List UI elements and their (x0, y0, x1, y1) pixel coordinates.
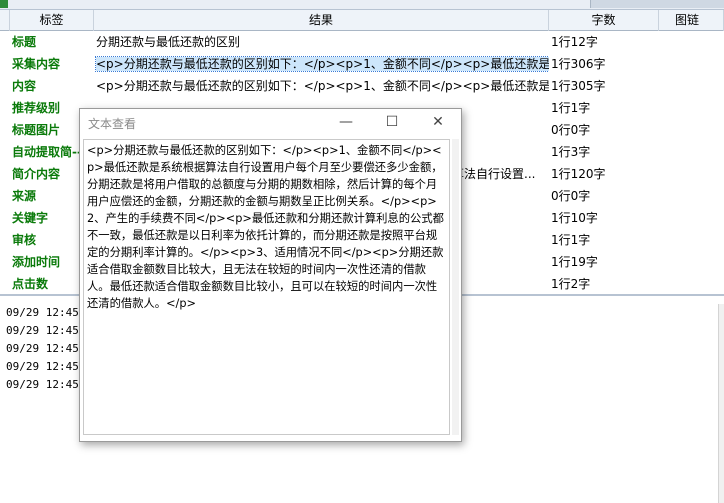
row-count: 1行1字 (551, 101, 591, 115)
row-count: 1行306字 (551, 57, 606, 71)
top-tab-left[interactable] (0, 0, 8, 8)
row-count: 1行12字 (551, 35, 598, 49)
top-tab-right[interactable] (590, 0, 724, 8)
row-count: 1行3字 (551, 145, 591, 159)
table-row-selected[interactable]: 采集内容 <p>分期还款与最低还款的区别如下：</p><p>1、金额不同</p>… (0, 53, 724, 75)
table-row[interactable]: 内容 <p>分期还款与最低还款的区别如下：</p><p>1、金额不同</p><p… (0, 75, 724, 97)
row-result: <p>分期还款与最低还款的区别如下：</p><p>1、金额不同</p><p>最低… (96, 79, 549, 93)
row-label: 采集内容 (12, 57, 61, 71)
dialog-title: 文本查看 (88, 117, 137, 131)
row-count: 0行0字 (551, 123, 591, 137)
row-label: 标题 (12, 35, 37, 49)
row-count: 1行10字 (551, 211, 598, 225)
row-result: 分期还款与最低还款的区别 (96, 35, 241, 49)
maximize-icon[interactable]: ☐ (369, 109, 415, 137)
text-view-dialog: 文本查看 — ☐ ✕ <p>分期还款与最低还款的区别如下：</p><p>1、金额… (79, 108, 462, 442)
log-line: 09/29 12:45: (6, 306, 86, 319)
row-count: 1行2字 (551, 277, 591, 291)
log-line: 09/29 12:45: (6, 360, 86, 373)
header-label[interactable]: 标签 (10, 10, 94, 31)
log-line: 09/29 12:45: (6, 342, 86, 355)
log-line: 09/29 12:45: (6, 378, 86, 391)
dialog-scrollbar[interactable] (452, 139, 459, 435)
dialog-text-area[interactable]: <p>分期还款与最低还款的区别如下：</p><p>1、金额不同</p><p>最低… (83, 139, 450, 435)
log-line: 09/29 12:45: (6, 324, 86, 337)
row-result: <p>分期还款与最低还款的区别如下：</p><p>1、金额不同</p><p>最低… (94, 53, 549, 75)
row-count: 1行19字 (551, 255, 598, 269)
header-result[interactable]: 结果 (94, 10, 549, 31)
table-row[interactable]: 标题 分期还款与最低还款的区别 1行12字 (0, 31, 724, 53)
row-count: 1行305字 (551, 79, 606, 93)
close-icon[interactable]: ✕ (415, 109, 461, 137)
header-corner (0, 10, 10, 31)
header-count[interactable]: 字数 (549, 10, 659, 31)
row-result-text: <p>分期还款与最低还款的区别如下：</p><p>1、金额不同</p><p>最低… (94, 56, 549, 72)
row-count: 0行0字 (551, 189, 591, 203)
grid-header: 标签 结果 字数 图链 (0, 10, 724, 31)
minimize-icon[interactable]: — (323, 109, 369, 137)
log-scrollbar[interactable] (718, 304, 724, 503)
row-label: 内容 (12, 79, 37, 93)
dialog-titlebar[interactable]: 文本查看 — ☐ ✕ (80, 109, 461, 137)
header-image-link[interactable]: 图链 (659, 10, 724, 31)
top-strip (0, 0, 724, 10)
row-count: 1行120字 (551, 167, 606, 181)
row-count: 1行1字 (551, 233, 591, 247)
